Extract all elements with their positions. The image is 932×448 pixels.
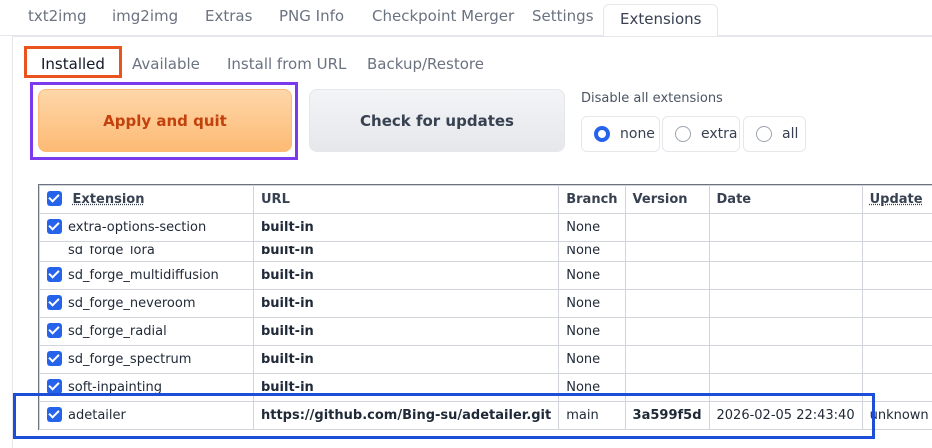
subtab-backup-restore[interactable]: Backup/Restore [367, 55, 484, 73]
date-cell [708, 345, 863, 374]
branch-cell: None [558, 289, 626, 318]
highlight-box-adetailer-row [13, 393, 875, 439]
disable-extensions-label: Disable all extensions [581, 91, 723, 106]
subtab-install-from-url[interactable]: Install from URL [227, 55, 346, 73]
subtab-available[interactable]: Available [132, 55, 200, 73]
url-cell: built-in [252, 345, 560, 374]
tab-extras[interactable]: Extras [205, 7, 252, 25]
radio-unselected-icon [756, 126, 772, 142]
date-cell [708, 241, 863, 262]
table-header-row: Extension URL Branch Version Date Update [39, 185, 932, 214]
highlight-box-apply-button [30, 82, 298, 160]
tab-png-info[interactable]: PNG Info [279, 7, 344, 25]
extension-name-cell[interactable]: sd_forge_multidiffusion [39, 261, 254, 290]
header-url: URL [252, 185, 560, 214]
extension-name-cell[interactable]: sd_forge_lora [39, 241, 254, 262]
tab-extensions[interactable]: Extensions [603, 4, 719, 36]
radio-none[interactable]: none [581, 116, 660, 152]
date-cell [708, 289, 863, 318]
extension-checkbox-icon[interactable] [47, 379, 62, 394]
version-cell [624, 213, 710, 242]
url-cell: built-in [252, 289, 560, 318]
url-cell: built-in [252, 213, 560, 242]
branch-cell: None [558, 345, 626, 374]
branch-cell: None [558, 317, 626, 346]
update-cell [861, 289, 932, 318]
extension-checkbox-icon[interactable] [47, 323, 62, 338]
version-cell [624, 289, 710, 318]
table-row: sd_forge_neveroom built-in None [39, 289, 932, 318]
table-row: sd_forge_spectrum built-in None [39, 345, 932, 374]
header-version: Version [624, 185, 710, 214]
radio-extra[interactable]: extra [662, 116, 740, 152]
extension-name-cell[interactable]: extra-options-section [39, 213, 254, 242]
table-row: sd_forge_radial built-in None [39, 317, 932, 346]
header-extension[interactable]: Extension [39, 185, 254, 214]
url-cell: built-in [252, 241, 560, 262]
branch-cell: None [558, 241, 626, 262]
version-cell [624, 345, 710, 374]
branch-cell: None [558, 261, 626, 290]
radio-selected-icon [594, 126, 610, 142]
header-date: Date [708, 185, 863, 214]
version-cell [624, 261, 710, 290]
extension-name-cell[interactable]: sd_forge_spectrum [39, 345, 254, 374]
tab-settings[interactable]: Settings [532, 7, 594, 25]
update-cell [861, 345, 932, 374]
select-all-checkbox-icon[interactable] [47, 191, 62, 206]
update-cell [861, 213, 932, 242]
update-cell [861, 261, 932, 290]
table-row: sd_forge_multidiffusion built-in None [39, 261, 932, 290]
radio-all[interactable]: all [743, 116, 806, 152]
tab-checkpoint-merger[interactable]: Checkpoint Merger [372, 7, 514, 25]
radio-extra-label: extra [701, 126, 738, 142]
url-cell: built-in [252, 317, 560, 346]
header-branch: Branch [558, 185, 626, 214]
extension-checkbox-icon[interactable] [47, 219, 62, 234]
version-cell [624, 317, 710, 346]
header-update[interactable]: Update [861, 185, 932, 214]
date-cell [708, 261, 863, 290]
date-cell [708, 213, 863, 242]
table-row: sd_forge_lora built-in None [39, 241, 932, 262]
extension-name-cell[interactable]: sd_forge_neveroom [39, 289, 254, 318]
highlight-box-installed-tab [24, 46, 122, 78]
branch-cell: None [558, 213, 626, 242]
tab-img2img[interactable]: img2img [112, 7, 178, 25]
update-cell [861, 241, 932, 262]
radio-all-label: all [782, 126, 799, 142]
extension-checkbox-icon[interactable] [47, 295, 62, 310]
top-tab-bar: txt2img img2img Extras PNG Info Checkpoi… [0, 4, 932, 36]
extension-checkbox-icon[interactable] [47, 351, 62, 366]
url-cell: built-in [252, 261, 560, 290]
tab-txt2img[interactable]: txt2img [28, 7, 86, 25]
extension-name-cell[interactable]: sd_forge_radial [39, 317, 254, 346]
update-cell [861, 317, 932, 346]
table-row: extra-options-section built-in None [39, 213, 932, 242]
extension-checkbox-icon[interactable] [47, 267, 62, 282]
radio-unselected-icon [675, 126, 691, 142]
version-cell [624, 241, 710, 262]
date-cell [708, 317, 863, 346]
check-for-updates-button[interactable]: Check for updates [309, 89, 565, 152]
radio-none-label: none [620, 126, 655, 142]
